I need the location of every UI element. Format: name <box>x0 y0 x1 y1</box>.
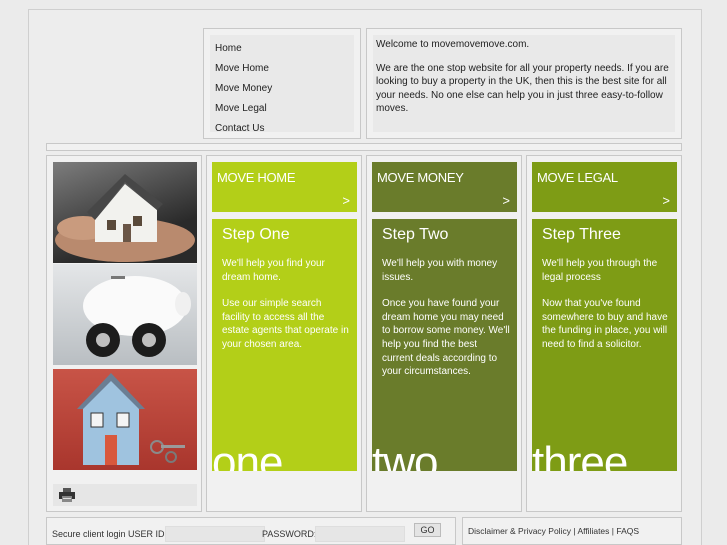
user-id-input[interactable] <box>165 526 265 542</box>
step-three-title: Step Three <box>542 226 621 243</box>
chevron-right-icon: > <box>662 193 670 208</box>
step-two-para-1: We'll help you with money issues. <box>382 258 498 283</box>
step-two-big-word: two <box>372 438 438 472</box>
step-column-two: MOVE MONEY > Step Two We'll help you wit… <box>366 155 522 512</box>
chevron-right-icon: > <box>342 193 350 208</box>
welcome-heading: Welcome to movemovemove.com. <box>376 39 530 50</box>
move-home-header-title: MOVE HOME <box>217 170 296 185</box>
password-label: PASSWORD: <box>262 529 317 539</box>
step-one-big-word: one <box>212 438 283 472</box>
chevron-right-icon: > <box>502 193 510 208</box>
nav-move-money[interactable]: Move Money <box>215 79 354 99</box>
piggy-bank-on-wheels-image <box>53 264 197 365</box>
step-three-para-1: We'll help you through the legal process <box>542 258 658 283</box>
step-two-title: Step Two <box>382 226 449 243</box>
move-legal-header-title: MOVE LEGAL <box>537 170 618 185</box>
main-nav: Home Move Home Move Money Move Legal Con… <box>203 28 361 139</box>
step-three-big-word: three <box>532 438 628 472</box>
password-input[interactable] <box>315 526 405 542</box>
faqs-link[interactable]: FAQS <box>616 526 639 536</box>
step-three-panel: Step Three We'll help you through the le… <box>532 219 677 471</box>
paper-house-with-keys-image <box>53 369 197 470</box>
step-one-text: We'll help you find your dream home. Use… <box>222 257 350 365</box>
step-three-para-2: Now that you've found somewhere to buy a… <box>542 298 668 350</box>
nav-home[interactable]: Home <box>215 39 354 59</box>
user-id-label: Secure client login USER ID: <box>52 529 168 539</box>
step-two-para-2: Once you have found your dream home you … <box>382 298 510 378</box>
house-in-hands-image <box>53 162 197 263</box>
nav-move-legal[interactable]: Move Legal <box>215 99 354 119</box>
move-legal-header[interactable]: MOVE LEGAL > <box>532 162 677 212</box>
image-column <box>46 155 202 512</box>
nav-move-home[interactable]: Move Home <box>215 59 354 79</box>
footer-links-bar: Disclaimer & Privacy Policy | Affiliates… <box>462 517 682 545</box>
affiliates-link[interactable]: Affiliates <box>577 526 609 536</box>
move-money-header[interactable]: MOVE MONEY > <box>372 162 517 212</box>
step-one-para-1: We'll help you find your dream home. <box>222 258 325 283</box>
step-one-panel: Step One We'll help you find your dream … <box>212 219 357 471</box>
step-column-three: MOVE LEGAL > Step Three We'll help you t… <box>526 155 682 512</box>
step-column-one: MOVE HOME > Step One We'll help you find… <box>206 155 362 512</box>
print-bar <box>53 484 197 506</box>
client-login-bar: Secure client login USER ID: PASSWORD: G… <box>46 517 456 545</box>
step-one-title: Step One <box>222 226 290 243</box>
printer-icon[interactable] <box>59 488 75 502</box>
divider-bar <box>46 143 682 151</box>
step-two-panel: Step Two We'll help you with money issue… <box>372 219 517 471</box>
footer-links: Disclaimer & Privacy Policy | Affiliates… <box>468 526 639 536</box>
main-nav-inner: Home Move Home Move Money Move Legal Con… <box>210 35 354 134</box>
nav-contact-us[interactable]: Contact Us <box>215 119 354 139</box>
move-money-header-title: MOVE MONEY <box>377 170 464 185</box>
step-three-text: We'll help you through the legal process… <box>542 257 670 365</box>
go-button[interactable]: GO <box>414 523 441 537</box>
welcome-body: We are the one stop website for all your… <box>376 62 669 115</box>
move-home-header[interactable]: MOVE HOME > <box>212 162 357 212</box>
step-one-para-2: Use our simple search facility to access… <box>222 298 349 350</box>
step-two-text: We'll help you with money issues. Once y… <box>382 257 510 392</box>
disclaimer-privacy-link[interactable]: Disclaimer & Privacy Policy <box>468 526 571 536</box>
welcome-inner: Welcome to movemovemove.com. We are the … <box>373 35 675 132</box>
welcome-panel: Welcome to movemovemove.com. We are the … <box>366 28 682 139</box>
client-login-inner: Secure client login USER ID: PASSWORD: G… <box>47 518 455 544</box>
